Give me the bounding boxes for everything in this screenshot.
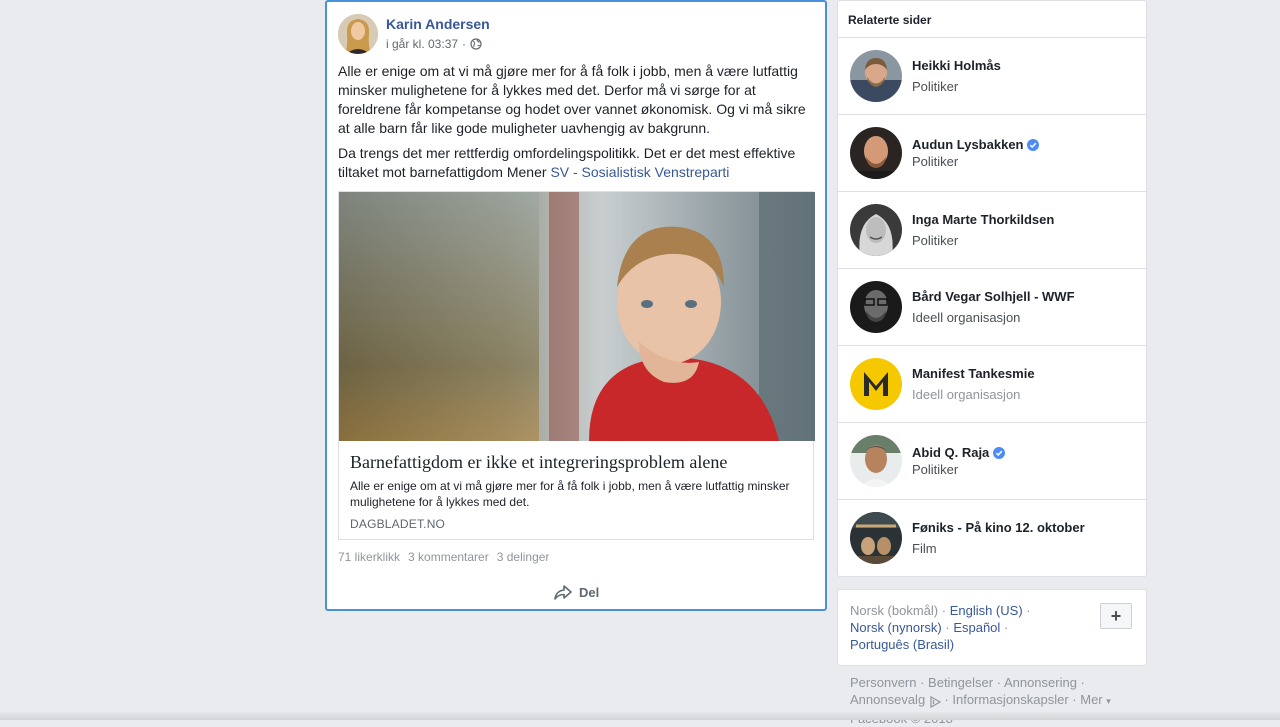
related-pages-panel: Relaterte sider Heikki Holmås Politiker … [837,0,1147,577]
language-list: Norsk (bokmål) · English (US) · Norsk (n… [850,603,1031,652]
page-name-text[interactable]: Føniks - På kino 12. oktober [912,520,1085,535]
post-stats: 71 likerklikk 3 kommentarer 3 delinger [338,550,549,564]
language-option[interactable]: English (US) [950,603,1023,618]
related-page-item[interactable]: Abid Q. Raja Politiker [838,423,1146,500]
page-name-text[interactable]: Manifest Tankesmie [912,366,1035,381]
page-avatar[interactable] [850,435,902,487]
footer-link[interactable]: Personvern [850,675,916,690]
page-avatar[interactable] [850,204,902,256]
related-page-item[interactable]: Føniks - På kino 12. oktober Film [838,500,1146,577]
related-pages-header: Relaterte sider [838,1,1146,38]
page-name[interactable]: Bård Vegar Solhjell - WWF [912,289,1075,304]
page-avatar[interactable] [850,50,902,102]
related-page-item[interactable]: Audun Lysbakken Politiker [838,115,1146,192]
author-avatar[interactable] [338,14,378,54]
post-meta: i går kl. 03:37 · [386,37,482,51]
post-paragraph-1: Alle er enige om at vi må gjøre mer for … [338,63,806,136]
page-name-text[interactable]: Audun Lysbakken [912,137,1023,152]
related-page-item[interactable]: Manifest Tankesmie Ideell organisasjon [838,346,1146,423]
post-body: Alle er enige om at vi må gjøre mer for … [338,62,814,188]
post-header: Karin Andersen i går kl. 03:37 · [338,14,808,56]
verified-badge-icon [993,446,1006,459]
likes-count[interactable]: 71 likerklikk [338,550,400,564]
page-name[interactable]: Føniks - På kino 12. oktober [912,520,1085,535]
meta-separator: · [462,37,467,51]
page-avatar[interactable] [850,358,902,410]
link-domain: DAGBLADET.NO [350,517,446,531]
more-label[interactable]: Mer [1080,692,1102,707]
post-paragraph-2: Da trengs det mer rettferdig omfordeling… [338,144,814,182]
caret-down-icon[interactable]: ▾ [1106,696,1111,706]
page-category: Politiker [912,462,959,477]
shares-count[interactable]: 3 delinger [497,550,550,564]
bottom-edge-bar [0,712,1280,720]
more-menu-link[interactable]: Mer ▾ [1080,692,1111,707]
page-category: Film [912,541,937,556]
page-name[interactable]: Abid Q. Raja [912,445,1006,460]
footer-link[interactable]: Annonsering [1004,675,1077,690]
globe-icon[interactable] [470,38,482,50]
mentioned-page-link[interactable]: SV - Sosialistisk Venstreparti [550,164,729,180]
page-name[interactable]: Manifest Tankesmie [912,366,1035,381]
language-option[interactable]: Español [953,620,1000,635]
adchoices-icon[interactable] [929,695,942,708]
page-avatar[interactable] [850,281,902,333]
related-page-item[interactable]: Inga Marte Thorkildsen Politiker [838,192,1146,269]
share-label: Del [579,584,600,600]
page-name-text[interactable]: Heikki Holmås [912,58,1001,73]
page-category: Politiker [912,79,959,94]
related-page-item[interactable]: Bård Vegar Solhjell - WWF Ideell organis… [838,269,1146,346]
author-name-link[interactable]: Karin Andersen [386,16,490,32]
language-option[interactable]: Norsk (nynorsk) [850,620,942,635]
page-category: Ideell organisasjon [912,387,1021,402]
link-description: Alle er enige om at vi må gjøre mer for … [350,479,790,509]
page-category: Politiker [912,233,959,248]
verified-badge-icon [1027,138,1040,151]
link-preview-image[interactable] [339,192,815,441]
link-title[interactable]: Barnefattigdom er ikke et integreringspr… [350,452,800,473]
page-name-text[interactable]: Abid Q. Raja [912,445,989,460]
add-language-button[interactable]: + [1100,603,1132,629]
language-option[interactable]: Português (Brasil) [850,637,954,652]
footer-link[interactable]: Informasjonskapsler [952,692,1068,707]
link-preview-card[interactable]: Barnefattigdom er ikke et integreringspr… [338,191,815,540]
page-avatar[interactable] [850,127,902,179]
page-category: Politiker [912,154,959,169]
language-selector-box: Norsk (bokmål) · English (US) · Norsk (n… [837,589,1147,666]
page-name[interactable]: Heikki Holmås [912,58,1001,73]
share-icon [553,582,573,602]
page-name[interactable]: Audun Lysbakken [912,137,1040,152]
page-name-text[interactable]: Bård Vegar Solhjell - WWF [912,289,1075,304]
post-card: Karin Andersen i går kl. 03:37 · Alle er… [325,0,827,611]
footer-link[interactable]: Betingelser [928,675,993,690]
footer-link[interactable]: Annonsevalg [850,692,925,707]
page-name-text[interactable]: Inga Marte Thorkildsen [912,212,1054,227]
post-timestamp[interactable]: i går kl. 03:37 [386,37,458,51]
comments-count[interactable]: 3 kommentarer [408,550,489,564]
related-page-item[interactable]: Heikki Holmås Politiker [838,38,1146,115]
current-language: Norsk (bokmål) [850,603,939,618]
page-avatar[interactable] [850,512,902,564]
page-name[interactable]: Inga Marte Thorkildsen [912,212,1054,227]
page-category: Ideell organisasjon [912,310,1021,325]
share-button[interactable]: Del [553,582,599,602]
